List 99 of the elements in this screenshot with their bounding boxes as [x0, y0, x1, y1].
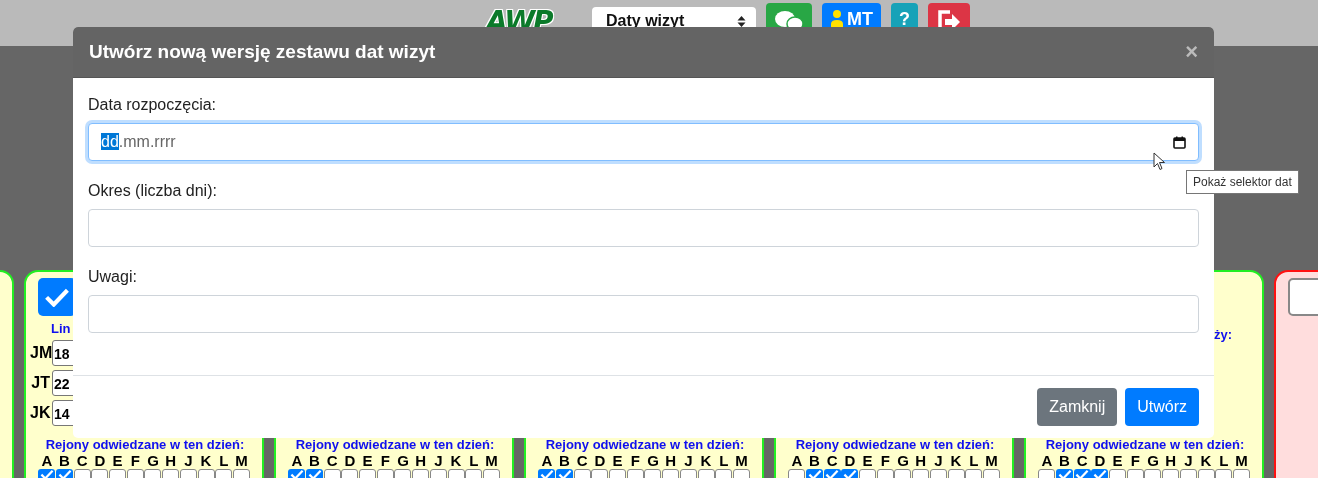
region-label: F [380, 453, 390, 469]
check-icon [289, 469, 304, 478]
region-label: F [630, 453, 640, 469]
region-label: E [112, 453, 123, 469]
region-label: K [450, 453, 462, 469]
create-button[interactable]: Utwórz [1125, 388, 1199, 426]
check-icon [44, 286, 70, 308]
region-label: M [985, 453, 998, 469]
region-label: K [700, 453, 712, 469]
region-label: L [969, 453, 979, 469]
date-field[interactable]: dd.mm.rrrr [88, 123, 1199, 161]
region-label: L [719, 453, 729, 469]
check-icon [57, 469, 72, 478]
field-label: Data rozpoczęcia: [88, 96, 218, 114]
region-label: G [897, 453, 909, 469]
check-icon [557, 469, 572, 478]
region-label: F [1130, 453, 1140, 469]
check-icon [1075, 469, 1090, 478]
region-label: G [147, 453, 159, 469]
region-label: L [219, 453, 229, 469]
check-icon [807, 469, 822, 478]
mouse-pointer-icon [1153, 152, 1167, 172]
day-checkbox[interactable] [1288, 278, 1318, 316]
regions-title: Rejony odwiedzane w ten dzień: [544, 437, 746, 452]
region-label: L [1219, 453, 1229, 469]
region-label: J [434, 453, 443, 469]
check-icon [1092, 469, 1107, 478]
region-label: F [880, 453, 890, 469]
region-label: A [791, 453, 803, 469]
region-label: D [344, 453, 356, 469]
limits-heading: Lin [51, 321, 71, 336]
day-checkbox[interactable] [38, 278, 76, 316]
region-label: G [397, 453, 409, 469]
region-label: D [94, 453, 106, 469]
check-icon [825, 469, 840, 478]
regions-title: Rejony odwiedzane w ten dzień: [794, 437, 996, 452]
region-label: L [469, 453, 479, 469]
region-label: H [1165, 453, 1177, 469]
input-field[interactable] [88, 209, 1199, 247]
region-label: E [362, 453, 373, 469]
limit-label: JK [30, 404, 50, 422]
region-label: K [950, 453, 962, 469]
region-label: A [541, 453, 553, 469]
check-icon [842, 469, 857, 478]
region-label: B [809, 453, 820, 469]
close-button[interactable]: × [1185, 41, 1198, 63]
region-label: D [594, 453, 606, 469]
region-label: C [826, 453, 838, 469]
dialog-title: Utwórz nową wersję zestawu dat wizyt [89, 41, 436, 63]
regions-title: Rejony odwiedzane w ten dzień: [44, 437, 246, 452]
region-label: M [485, 453, 498, 469]
regions-title: Rejony odwiedzane w ten dzień: [294, 437, 496, 452]
close-dialog-button[interactable]: Zamknij [1037, 388, 1118, 426]
check-icon [1057, 469, 1072, 478]
region-label: K [1200, 453, 1212, 469]
limit-label: JT [30, 374, 50, 392]
region-label: B [309, 453, 320, 469]
region-label: C [326, 453, 338, 469]
region-label: E [1112, 453, 1123, 469]
up-down-caret-icon [737, 14, 746, 28]
region-label: J [184, 453, 193, 469]
field-label: Okres (liczba dni): [88, 182, 218, 200]
input-field[interactable] [88, 295, 1199, 333]
region-label: G [1147, 453, 1159, 469]
region-label: M [235, 453, 248, 469]
region-label: B [1059, 453, 1070, 469]
region-label: H [165, 453, 177, 469]
region-label: F [130, 453, 140, 469]
region-label: H [915, 453, 927, 469]
region-label: G [647, 453, 659, 469]
regions-title: Rejony odwiedzane w ten dzień: [1044, 437, 1246, 452]
region-label: J [1184, 453, 1193, 469]
region-label: H [415, 453, 427, 469]
region-label: M [1235, 453, 1248, 469]
region-label: J [684, 453, 693, 469]
region-label: D [844, 453, 856, 469]
tooltip: Pokaż selektor dat [1186, 170, 1299, 194]
calendar-icon[interactable] [1173, 135, 1186, 149]
check-icon [39, 469, 54, 478]
region-label: A [1041, 453, 1053, 469]
region-label: B [59, 453, 70, 469]
region-label: C [76, 453, 88, 469]
check-icon [539, 469, 554, 478]
region-label: B [559, 453, 570, 469]
region-label: E [612, 453, 623, 469]
region-label: K [200, 453, 212, 469]
region-label: C [1076, 453, 1088, 469]
region-label: A [291, 453, 303, 469]
region-label: E [862, 453, 873, 469]
region-label: D [1094, 453, 1106, 469]
region-label: C [576, 453, 588, 469]
region-label: H [665, 453, 677, 469]
region-label: J [934, 453, 943, 469]
limits-heading: ży: [1213, 327, 1232, 342]
region-label: A [41, 453, 53, 469]
limit-label: JM [30, 344, 50, 362]
field-label: Uwagi: [88, 268, 138, 286]
region-label: M [735, 453, 748, 469]
check-icon [307, 469, 322, 478]
